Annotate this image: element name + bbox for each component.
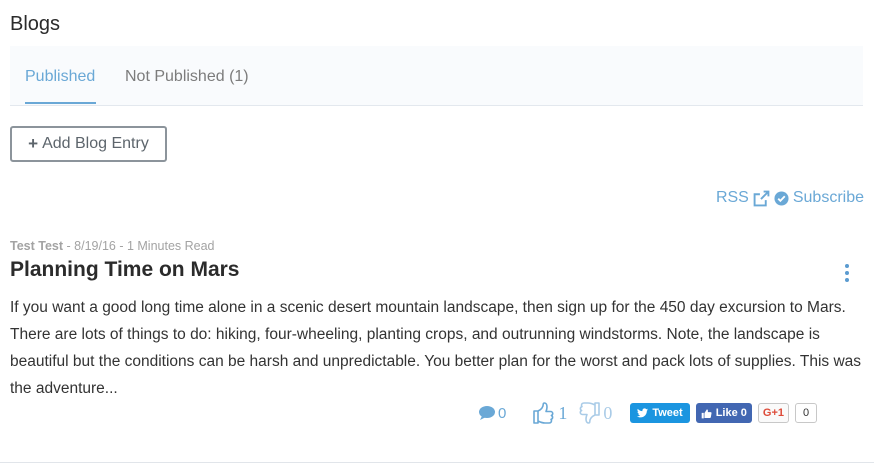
post-author[interactable]: Test Test	[10, 239, 63, 253]
comment-icon	[479, 406, 495, 420]
facebook-like-label: Like 0	[715, 407, 747, 419]
comments-button[interactable]: 0	[478, 405, 506, 422]
post-actions: 0 1 0 Tweet Like 0 G+1 0	[478, 398, 817, 428]
plus-icon: +	[28, 134, 39, 153]
post-divider	[0, 462, 874, 463]
thumbs-up-icon	[533, 402, 554, 424]
google-plus-button[interactable]: G+1	[757, 403, 789, 423]
thumbs-down-icon	[579, 402, 601, 424]
google-plus-label: G+1	[762, 407, 784, 419]
post-options-icon[interactable]	[841, 264, 853, 282]
external-link-icon[interactable]	[753, 190, 770, 207]
tab-bar: Published Not Published (1)	[10, 46, 863, 106]
google-plus-count: 0	[795, 403, 817, 423]
facebook-like-button[interactable]: Like 0	[695, 403, 752, 423]
add-blog-entry-label: Add Blog Entry	[42, 135, 149, 152]
add-blog-entry-button[interactable]: + Add Blog Entry	[10, 126, 167, 162]
likes-count: 1	[558, 402, 568, 423]
rss-link[interactable]: RSS	[716, 189, 749, 207]
twitter-bird-icon	[637, 408, 649, 418]
subscribe-link[interactable]: Subscribe	[793, 189, 864, 207]
post-meta: Test Test - 8/19/16 - 1 Minutes Read	[10, 239, 215, 253]
tweet-button[interactable]: Tweet	[630, 403, 690, 423]
tab-published[interactable]: Published	[25, 68, 95, 86]
like-post-button[interactable]: 1	[532, 401, 567, 425]
tab-not-published[interactable]: Not Published (1)	[125, 68, 249, 86]
post-title[interactable]: Planning Time on Mars	[10, 258, 239, 282]
check-circle-icon	[774, 190, 789, 206]
active-tab-indicator	[25, 102, 96, 104]
post-excerpt: If you want a good long time alone in a …	[10, 299, 862, 397]
dislike-post-button[interactable]: 0	[577, 401, 612, 425]
page-title: Blogs	[10, 13, 61, 35]
tweet-label: Tweet	[652, 407, 683, 419]
comments-count: 0	[498, 404, 507, 422]
facebook-thumb-icon	[701, 408, 712, 418]
feed-links: RSS Subscribe	[716, 189, 864, 207]
post-date-readtime: - 8/19/16 - 1 Minutes Read	[63, 239, 215, 253]
dislikes-count: 0	[603, 402, 613, 423]
